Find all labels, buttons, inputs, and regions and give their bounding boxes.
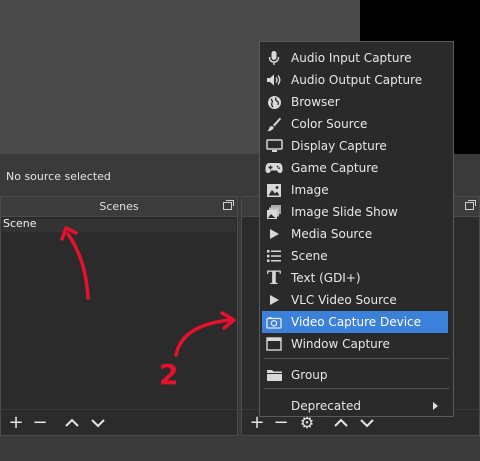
text-icon: T <box>266 267 282 289</box>
menu-item-label: Deprecated <box>291 399 361 413</box>
globe-icon <box>265 93 283 111</box>
float-dock-icon[interactable] <box>465 200 476 210</box>
menu-item-image[interactable]: Image <box>261 179 452 201</box>
chevron-down-icon <box>360 419 374 428</box>
menu-item-scene[interactable]: Scene <box>261 245 452 267</box>
float-dock-icon[interactable] <box>223 200 234 210</box>
menu-item-browser[interactable]: Browser <box>261 91 452 113</box>
menu-item-label: Audio Output Capture <box>291 73 423 87</box>
add-scene-button[interactable]: + <box>5 412 27 434</box>
menu-item-label: Scene <box>291 249 328 263</box>
move-scene-down-button[interactable] <box>87 412 109 434</box>
menu-item-label: Display Capture <box>291 139 387 153</box>
menu-item-label: Text (GDI+) <box>291 271 361 285</box>
menu-item-media-source[interactable]: Media Source <box>261 223 452 245</box>
move-scene-up-button[interactable] <box>61 412 83 434</box>
monitor-icon <box>265 137 283 155</box>
menu-item-game-capture[interactable]: Game Capture <box>261 157 452 179</box>
submenu-arrow-icon <box>433 402 438 410</box>
window-icon <box>265 335 283 353</box>
menu-item-image-slide-show[interactable]: Image Slide Show <box>261 201 452 223</box>
menu-item-color-source[interactable]: Color Source <box>261 113 452 135</box>
menu-item-text-gdi[interactable]: T Text (GDI+) <box>261 267 452 289</box>
menu-item-deprecated[interactable]: Deprecated <box>261 395 452 417</box>
chevron-down-icon <box>91 419 105 428</box>
chevron-up-icon <box>334 418 348 427</box>
menu-item-label: Group <box>291 368 328 382</box>
menu-item-label: Game Capture <box>291 161 379 175</box>
menu-item-window-capture[interactable]: Window Capture <box>261 333 452 355</box>
scenes-toolbar: + − <box>1 409 237 435</box>
speaker-icon <box>265 71 283 89</box>
slideshow-icon <box>265 203 283 221</box>
menu-item-audio-output-capture[interactable]: Audio Output Capture <box>261 69 452 91</box>
menu-item-label: VLC Video Source <box>291 293 397 307</box>
menu-item-label: Video Capture Device <box>291 315 422 329</box>
menu-item-vlc-video-source[interactable]: VLC Video Source <box>261 289 452 311</box>
scenes-dock-title: Scenes <box>99 200 139 213</box>
menu-item-label: Color Source <box>291 117 368 131</box>
chevron-up-icon <box>65 418 79 427</box>
menu-item-group[interactable]: Group <box>261 364 452 386</box>
menu-item-label: Media Source <box>291 227 373 241</box>
camera-icon <box>265 313 283 331</box>
remove-scene-button[interactable]: − <box>29 412 51 434</box>
menu-separator <box>264 388 449 389</box>
microphone-icon <box>265 49 283 67</box>
scenes-dock: Scenes + − <box>0 196 238 436</box>
menu-separator <box>264 358 449 359</box>
scenes-dock-header: Scenes <box>1 197 237 217</box>
menu-item-label: Image <box>291 183 329 197</box>
list-icon <box>265 247 283 265</box>
menu-item-video-capture-device[interactable]: Video Capture Device <box>262 311 448 333</box>
menu-item-label: Window Capture <box>291 337 390 351</box>
scene-list-item[interactable]: Scene <box>3 217 37 230</box>
obs-window: No source selected Scenes + − Scene + − … <box>0 0 480 461</box>
folder-icon <box>265 366 283 384</box>
menu-item-display-capture[interactable]: Display Capture <box>261 135 452 157</box>
play-icon <box>265 291 283 309</box>
gamepad-icon <box>265 159 283 177</box>
menu-item-label: Audio Input Capture <box>291 51 412 65</box>
no-source-label: No source selected <box>6 170 111 183</box>
play-icon <box>265 225 283 243</box>
menu-item-label: Browser <box>291 95 340 109</box>
add-source-menu: Audio Input Capture Audio Output Capture… <box>259 41 454 417</box>
brush-icon <box>265 115 283 133</box>
image-icon <box>265 181 283 199</box>
scene-list-item-bg[interactable] <box>2 219 236 232</box>
menu-item-audio-input-capture[interactable]: Audio Input Capture <box>261 47 452 69</box>
menu-item-label: Image Slide Show <box>291 205 398 219</box>
